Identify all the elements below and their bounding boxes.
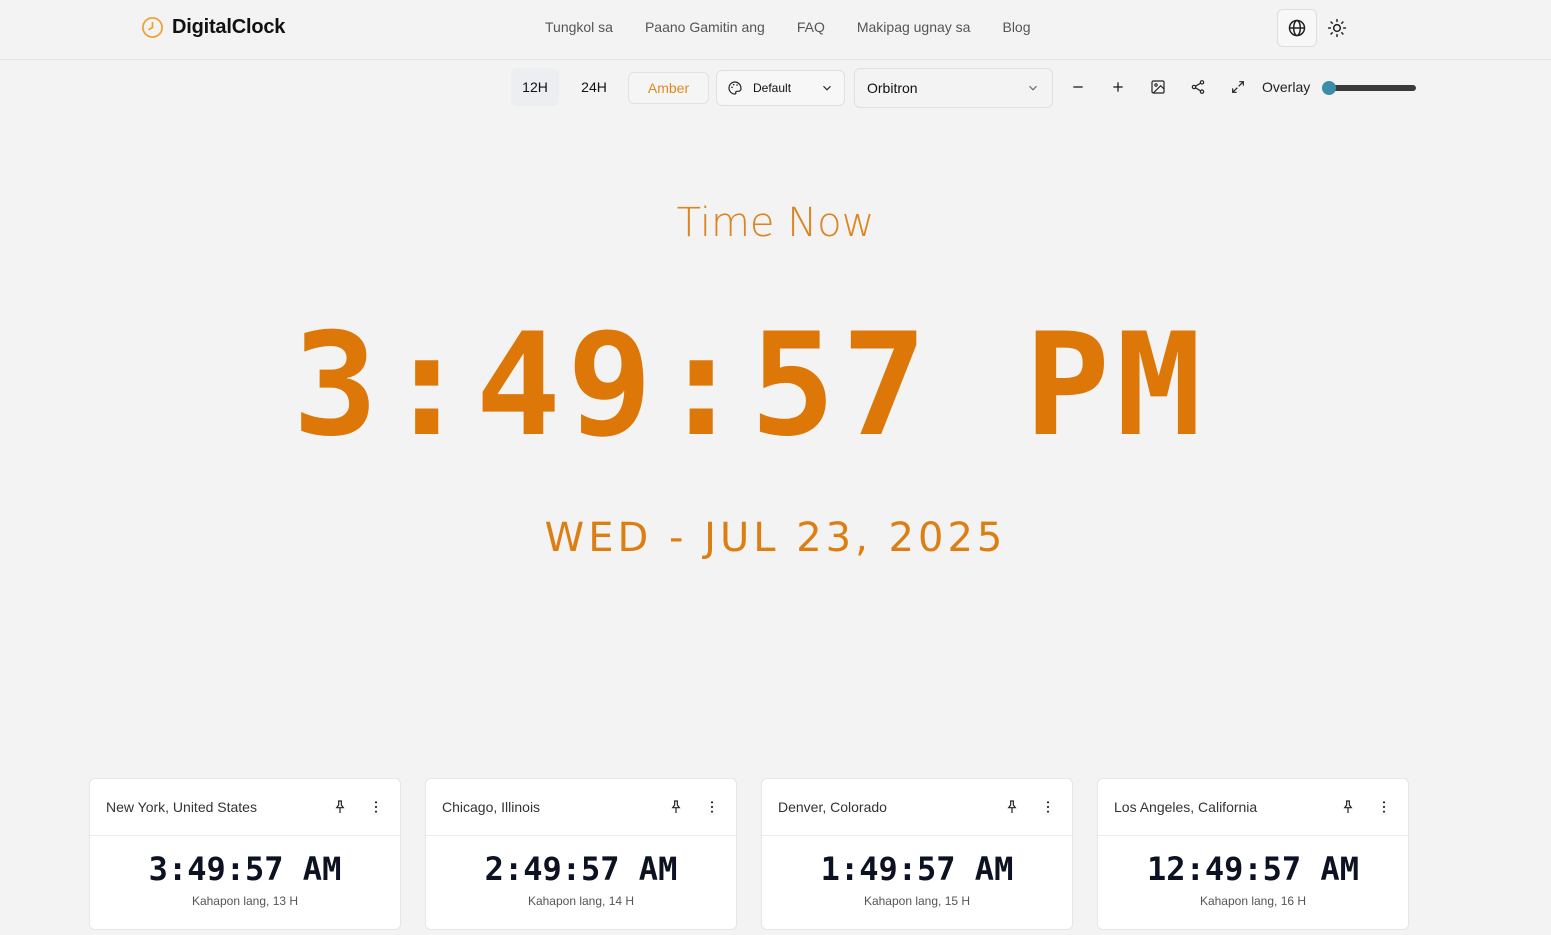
- sun-icon: [1327, 18, 1347, 38]
- overlay-slider-thumb[interactable]: [1322, 81, 1336, 95]
- card-time-difference: Kahapon lang, 15 H: [863, 894, 971, 908]
- overlay-label: Overlay: [1262, 79, 1311, 95]
- world-clock-card: Los Angeles, California 12:49:57 AM Kaha…: [1097, 778, 1409, 930]
- card-time-difference: Kahapon lang, 16 H: [1199, 894, 1307, 908]
- clock-toolbar: 12H 24H Amber Default Orbitron Overlay: [0, 68, 1551, 108]
- site-header: DigitalClock Tungkol sa Paano Gamitin an…: [0, 0, 1551, 60]
- nav-faq[interactable]: FAQ: [797, 19, 825, 35]
- pin-icon[interactable]: [1004, 799, 1020, 815]
- main-nav: Tungkol sa Paano Gamitin ang FAQ Makipag…: [545, 19, 1031, 35]
- main-clock-time: 3:49:57 PM: [292, 302, 1208, 468]
- world-clock-card: New York, United States 3:49:57 AM Kahap…: [89, 778, 401, 930]
- background-image-button[interactable]: [1143, 68, 1173, 106]
- theme-toggle-button[interactable]: [1322, 9, 1352, 47]
- card-time: 12:49:57 AM: [1147, 850, 1359, 888]
- share-icon: [1191, 80, 1205, 94]
- card-time-difference: Kahapon lang, 13 H: [191, 894, 299, 908]
- nav-how-to-use[interactable]: Paano Gamitin ang: [645, 19, 765, 35]
- card-time: 3:49:57 AM: [148, 850, 342, 888]
- nav-blog[interactable]: Blog: [1002, 19, 1030, 35]
- theme-select-value: Default: [753, 81, 792, 95]
- format-12h-button[interactable]: 12H: [511, 68, 559, 106]
- expand-icon: [1232, 81, 1244, 93]
- image-icon: [1151, 80, 1165, 94]
- card-header: Los Angeles, California: [1098, 779, 1408, 836]
- card-time: 2:49:57 AM: [484, 850, 678, 888]
- card-header: New York, United States: [90, 779, 400, 836]
- card-city: Chicago, Illinois: [442, 799, 541, 815]
- card-header: Denver, Colorado: [762, 779, 1072, 836]
- format-24h-button[interactable]: 24H: [570, 68, 618, 106]
- card-city: New York, United States: [106, 799, 257, 815]
- pin-icon[interactable]: [668, 799, 684, 815]
- card-time-difference: Kahapon lang, 14 H: [527, 894, 635, 908]
- minus-icon: [1073, 86, 1083, 88]
- zoom-in-button[interactable]: [1103, 68, 1133, 106]
- nav-contact[interactable]: Makipag ugnay sa: [857, 19, 971, 35]
- share-button[interactable]: [1183, 68, 1213, 106]
- logo[interactable]: DigitalClock: [141, 16, 285, 39]
- color-amber-button[interactable]: Amber: [628, 72, 709, 104]
- card-header: Chicago, Illinois: [426, 779, 736, 836]
- more-vertical-icon[interactable]: [704, 799, 720, 815]
- more-vertical-icon[interactable]: [368, 799, 384, 815]
- card-city: Denver, Colorado: [778, 799, 887, 815]
- pin-icon[interactable]: [332, 799, 348, 815]
- pin-icon[interactable]: [1340, 799, 1356, 815]
- palette-icon: [728, 81, 742, 95]
- nav-about[interactable]: Tungkol sa: [545, 19, 613, 35]
- world-clock-card: Denver, Colorado 1:49:57 AM Kahapon lang…: [761, 778, 1073, 930]
- brand-name: DigitalClock: [172, 16, 286, 38]
- globe-icon: [1288, 19, 1306, 37]
- card-city: Los Angeles, California: [1114, 799, 1258, 815]
- card-time: 1:49:57 AM: [820, 850, 1014, 888]
- font-select-value: Orbitron: [867, 80, 918, 96]
- plus-icon: [1113, 82, 1123, 92]
- language-button[interactable]: [1277, 9, 1317, 47]
- zoom-out-button[interactable]: [1063, 68, 1093, 106]
- page-title: Time Now: [676, 200, 875, 246]
- fullscreen-button[interactable]: [1223, 68, 1253, 106]
- clock-icon: [142, 17, 163, 38]
- overlay-slider-track[interactable]: [1326, 85, 1416, 91]
- more-vertical-icon[interactable]: [1376, 799, 1392, 815]
- chevron-down-icon: [1029, 85, 1037, 91]
- font-select[interactable]: Orbitron: [854, 68, 1053, 108]
- world-clock-card: Chicago, Illinois 2:49:57 AM Kahapon lan…: [425, 778, 737, 930]
- main-clock-date: WED - JUL 23, 2025: [544, 515, 1007, 561]
- chevron-down-icon: [823, 85, 831, 91]
- more-vertical-icon[interactable]: [1040, 799, 1056, 815]
- overlay-slider[interactable]: [1322, 81, 1417, 95]
- theme-select[interactable]: Default: [716, 70, 845, 106]
